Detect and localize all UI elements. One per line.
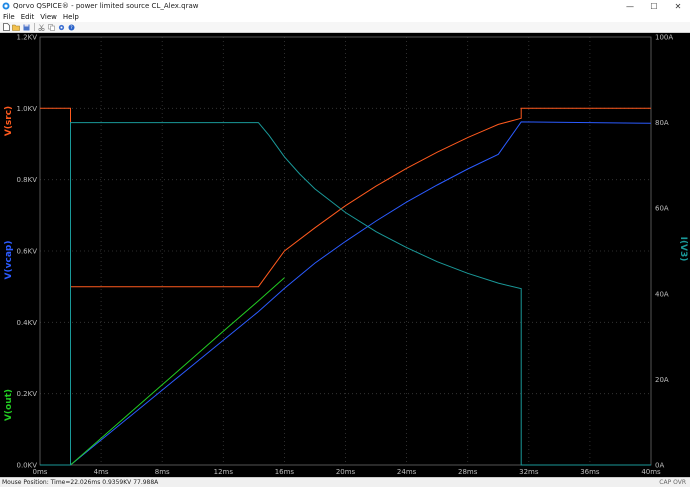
y-left-tick-label: 0.0KV (16, 462, 37, 470)
waveform-chart[interactable]: 0ms 4ms 8ms 12ms 16ms 20ms 24ms 28ms 32ms 36ms 40m… (0, 33, 690, 477)
menu-edit[interactable]: Edit (18, 13, 38, 21)
y-right-tick-label: 80A (655, 119, 669, 127)
y-right-tick-label: 0A (655, 462, 664, 470)
open-folder-icon[interactable] (12, 23, 20, 31)
copy-icon[interactable] (47, 23, 55, 31)
minimize-button[interactable]: — (618, 0, 642, 12)
x-tick-label: 4ms (94, 468, 109, 476)
waveform-plot[interactable]: 0ms 4ms 8ms 12ms 16ms 20ms 24ms 28ms 32ms 36ms 40m… (0, 33, 690, 477)
series-line-v-out[interactable] (70, 277, 285, 466)
x-tick-label: 16ms (275, 468, 295, 476)
window-controls: — ☐ ✕ (618, 0, 690, 12)
menu-view[interactable]: View (37, 13, 60, 21)
toolbar: ? (0, 22, 690, 33)
y-right-tick-label: 20A (655, 376, 669, 384)
menu-file[interactable]: File (0, 13, 18, 21)
series-line-v-vcap[interactable] (70, 121, 652, 466)
x-tick-label: 28ms (458, 468, 478, 476)
y-left-tick-label: 0.2KV (16, 390, 37, 398)
window-title: Qorvo QSPICE® - power limited source CL_… (13, 2, 199, 10)
new-file-icon[interactable] (2, 23, 10, 31)
status-indicator: CAP OVR (659, 479, 686, 486)
menu-bar: File Edit View Help (0, 12, 690, 22)
qspice-app-icon (2, 2, 10, 10)
y-right-tick-label: 60A (655, 205, 669, 213)
x-tick-label: 24ms (397, 468, 417, 476)
y-left-tick-label: 1.2KV (16, 34, 37, 42)
x-tick-label: 12ms (214, 468, 234, 476)
y-left-tick-label: 0.4KV (16, 319, 37, 327)
left-axis-signal-label[interactable]: V(vcap) (4, 241, 14, 280)
y-left-tick-label: 0.8KV (16, 176, 37, 184)
y-right-tick-label: 40A (655, 290, 669, 298)
mouse-position-readout: Mouse Position: Time=22.026ms 0.9359KV 7… (2, 479, 159, 486)
left-axis-signal-label[interactable]: V(src) (4, 106, 14, 136)
menu-help[interactable]: Help (60, 13, 82, 21)
cut-icon[interactable] (37, 23, 45, 31)
y-left-tick-label: 1.0KV (16, 105, 37, 113)
x-tick-label: 36ms (580, 468, 600, 476)
status-bar: Mouse Position: Time=22.026ms 0.9359KV 7… (0, 477, 690, 487)
left-axis-signal-label[interactable]: V(out) (4, 389, 14, 421)
x-tick-label: 8ms (155, 468, 170, 476)
toolbar-separator (34, 23, 35, 31)
maximize-button[interactable]: ☐ (642, 0, 666, 12)
x-tick-label: 32ms (519, 468, 539, 476)
right-axis-signal-label[interactable]: I(V3) (678, 237, 688, 262)
help-icon[interactable]: ? (67, 23, 75, 31)
save-icon[interactable] (22, 23, 30, 31)
close-button[interactable]: ✕ (666, 0, 690, 12)
x-tick-label: 20ms (336, 468, 356, 476)
y-right-tick-label: 100A (655, 34, 673, 42)
title-bar: Qorvo QSPICE® - power limited source CL_… (0, 0, 690, 12)
settings-icon[interactable] (57, 23, 65, 31)
y-left-tick-label: 0.6KV (16, 248, 37, 256)
